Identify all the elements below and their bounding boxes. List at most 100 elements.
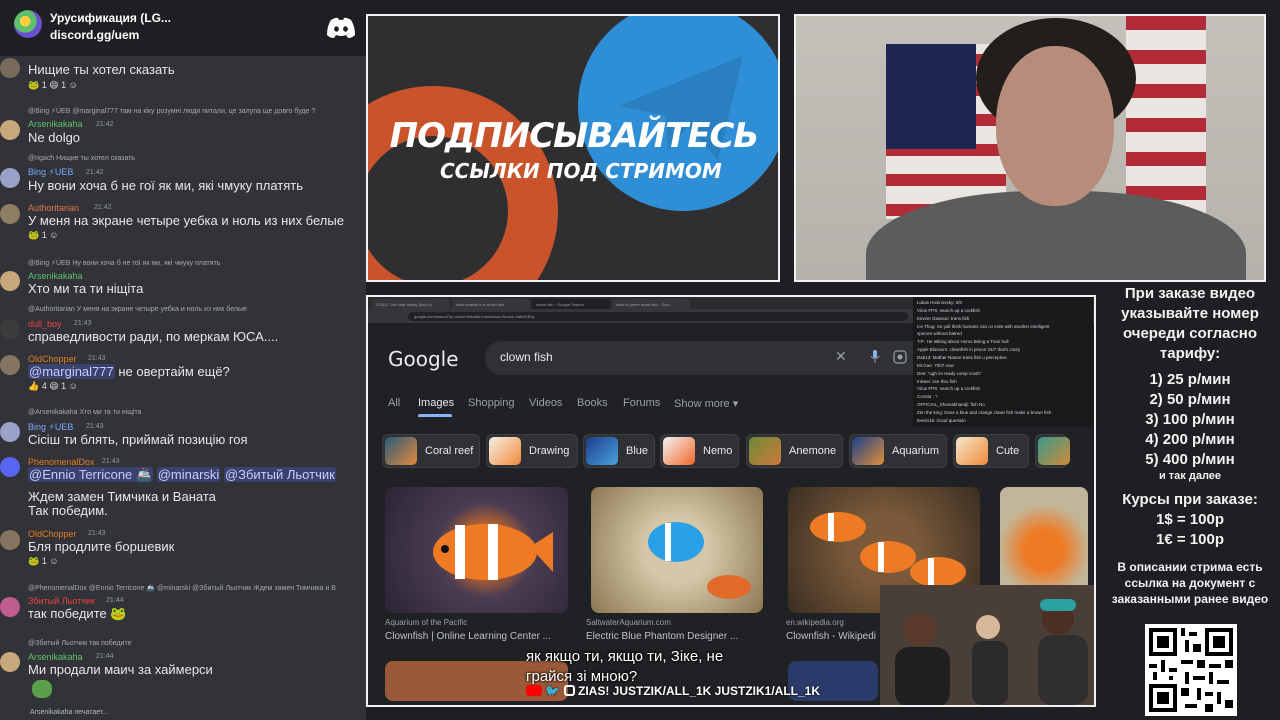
filter-chip-anemone[interactable]: Anemone [746,434,843,468]
overlay-chat-line: T.P.: He talking about Homo Being a Trai… [917,339,1009,344]
chip-label: Drawing [529,445,570,457]
user-mention[interactable]: @Збитый Льотчик [223,467,336,482]
username[interactable]: PhenomenalDox [28,457,95,467]
username[interactable]: dull_boy [28,319,62,329]
overlay-chat-line: OFFICIAL_Shamakhaedji: fish No [917,402,985,407]
user-avatar[interactable] [0,319,20,339]
username[interactable]: Arsenikakaha [28,119,83,129]
user-mention[interactable]: @minarski [156,467,221,482]
reaction-counts: 4 😄 1 [41,381,67,391]
overlay-chat-line: Ice Thug: So yall think humans can co ex… [917,324,1050,329]
filter-chip-drawing[interactable]: Drawing [486,434,578,468]
user-avatar[interactable] [0,58,20,78]
filter-chip-coral-reef[interactable]: Coral reef [382,434,480,468]
user-avatar[interactable] [0,355,20,375]
result-title[interactable]: Clownfish - Wikipedi [786,631,876,642]
server-header[interactable]: Урусификация (LG... discord.gg/uem [0,0,366,56]
reply-preview[interactable]: @Збитый Льотчик так победите [28,640,132,647]
chip-thumbnail [749,437,781,465]
filter-chip-blue[interactable]: Blue [583,434,655,468]
search-query[interactable]: clown fish [500,350,553,364]
username[interactable]: Bing ⚡UEB [28,167,73,178]
us-flag-right [1126,16,1206,216]
overlay-chat-line: Lukas Hosinovsky: 0/0 [917,300,963,305]
user-avatar[interactable] [0,652,20,672]
result-title[interactable]: Electric Blue Phantom Designer ... [586,631,738,642]
tab-show-more[interactable]: Show more ▾ [674,397,738,410]
chip-thumbnail [586,437,618,465]
reply-preview[interactable]: @Bing ⚡UEB Ну вони хоча б не гої як ми, … [28,259,220,267]
user-avatar[interactable] [0,120,20,140]
tab-images[interactable]: Images [418,397,454,409]
filter-chip-more[interactable] [1035,434,1070,468]
browser-tab-active[interactable]: clown fish - Google Search [532,299,610,309]
tab-all[interactable]: All [388,397,400,409]
promo-banner: ПОДПИСЫВАЙТЕСЬ ССЫЛКИ ПОД СТРИМОМ [366,14,780,282]
server-name: Урусификация (LG... [50,11,171,25]
video-subtitle: як якщо ти, якщо ти, Зіке, не грайся зі … [526,648,724,685]
timestamp: 21:42 [86,169,104,176]
user-avatar[interactable] [0,204,20,224]
result-source[interactable]: Aquarium of the Pacific [385,618,467,627]
user-mention[interactable]: @marginal777 [28,364,115,379]
rate-item: 1$ = 100р [1156,511,1224,528]
username[interactable]: Arsenikakaha [28,271,83,281]
result-title[interactable]: Clownfish | Online Learning Center ... [385,631,551,642]
message-body: так победите 🐸 [28,606,127,622]
reply-preview[interactable]: @Bing ⚡UEB @marginal777 там на кіку розу… [28,107,315,115]
tab-videos[interactable]: Videos [529,397,562,409]
username[interactable]: OldChopper [28,529,77,539]
overlay-chat-line: Consta : ? [917,394,938,399]
username[interactable]: OldChopper [28,354,77,364]
message-reactions[interactable]: 🐸 1 ☺ [28,230,58,244]
chip-label: Anemone [789,445,837,457]
result-source[interactable]: en.wikipedia.org [786,618,844,627]
google-logo[interactable]: Google [388,347,459,371]
username[interactable]: Arsenikakaha [28,652,83,662]
user-avatar[interactable] [0,422,20,442]
overlay-chat-line: Virus FPS: search up a rockfish [917,386,980,391]
browser-tab[interactable]: what exactly is a clown fish [452,299,530,309]
reply-preview[interactable]: @PhenomenalDox @Ennio Terricone 🚢 @minar… [28,584,364,592]
user-avatar[interactable] [0,597,20,617]
server-invite[interactable]: discord.gg/uem [50,28,139,42]
user-avatar[interactable] [0,457,20,477]
filter-chip-nemo[interactable]: Nemo [660,434,739,468]
tab-forums[interactable]: Forums [623,397,660,409]
user-avatar[interactable] [0,271,20,291]
user-avatar[interactable] [0,530,20,550]
clear-search-icon[interactable]: ✕ [835,348,847,365]
address-bar[interactable]: google.com/search?q=clown+fish&tbm=isch&… [408,312,908,321]
reply-preview[interactable]: @Arsenikakaha Хто ми та ти ніщіта [28,409,142,416]
filter-chip-aquarium[interactable]: Aquarium [849,434,947,468]
tab-shopping[interactable]: Shopping [468,397,515,409]
reaction-counts: 1 [41,556,47,566]
chip-thumbnail [956,437,988,465]
reply-preview[interactable]: @rigach Нищие ты хотел сказать [28,155,135,162]
timestamp: 21:43 [88,355,106,362]
browser-tab[interactable]: STALC: live chat replay (flud.io) [372,299,450,309]
tariff-item: 4) 200 р/мин [1145,431,1235,448]
user-avatar[interactable] [0,168,20,188]
result-image-clownfish[interactable] [385,487,568,613]
google-lens-icon[interactable] [893,350,907,364]
result-source[interactable]: SaltwaterAquarium.com [586,618,671,627]
message-reactions[interactable]: 👍 4 😄 1 ☺ [28,381,78,395]
message-body: Ми продали маич за хаймерси [28,662,213,677]
browser-tab[interactable]: what is green mask fish - Goo... [612,299,690,309]
username[interactable]: Збитый Льотчик [28,596,95,606]
username[interactable]: Authoritarian [28,203,79,213]
chip-label: Cute [996,445,1020,457]
message-body: Так победим. [28,503,108,518]
filter-chip-cute[interactable]: Cute [953,434,1029,468]
timestamp: 21:42 [94,204,112,211]
message-reactions[interactable]: 🐸 1 😄 1 ☺ [28,80,78,94]
result-image-blue-clownfish[interactable] [591,487,763,613]
user-mention[interactable]: @Ennio Terricone 🚢 [28,467,154,482]
microphone-icon[interactable] [870,350,880,364]
message-body: справедливости ради, по меркам ЮСА.... [28,329,279,344]
tab-books[interactable]: Books [577,397,608,409]
message-reactions[interactable]: 🐸 1 ☺ [28,556,58,570]
chat-message: @Збитый Льотчик так победите Arsenikakah… [0,638,366,720]
reply-preview[interactable]: @Authoritarian У меня на экране четыре у… [28,306,247,313]
